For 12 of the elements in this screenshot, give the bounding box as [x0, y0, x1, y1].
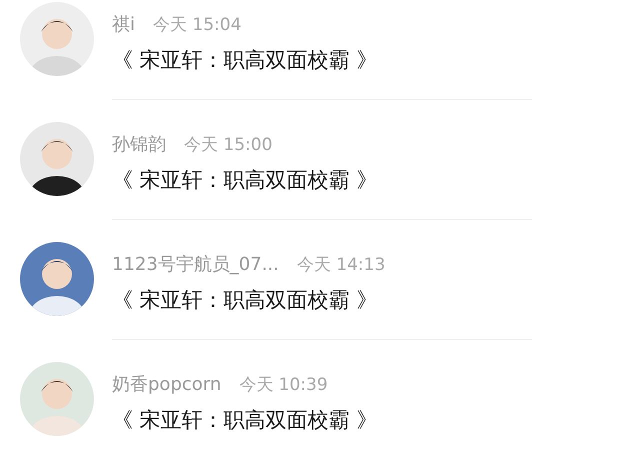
message-time: 今天 14:13 [296, 254, 386, 276]
user-name: 孙锦韵 [112, 133, 166, 156]
message-time: 今天 15:04 [153, 14, 242, 36]
user-name: 奶香popcorn [112, 373, 222, 396]
message-time: 今天 15:00 [184, 134, 272, 156]
message-text: 《 宋亚轩：职高双面校霸 》 [112, 167, 378, 194]
message-text: 《 宋亚轩：职高双面校霸 》 [112, 47, 378, 74]
message-text: 《 宋亚轩：职高双面校霸 》 [112, 287, 378, 314]
message-time: 今天 10:39 [239, 374, 328, 396]
user-name: 祺i [112, 13, 136, 36]
message-text: 《 宋亚轩：职高双面校霸 》 [112, 407, 378, 434]
user-name: 1123号宇航员_07... [112, 253, 279, 276]
